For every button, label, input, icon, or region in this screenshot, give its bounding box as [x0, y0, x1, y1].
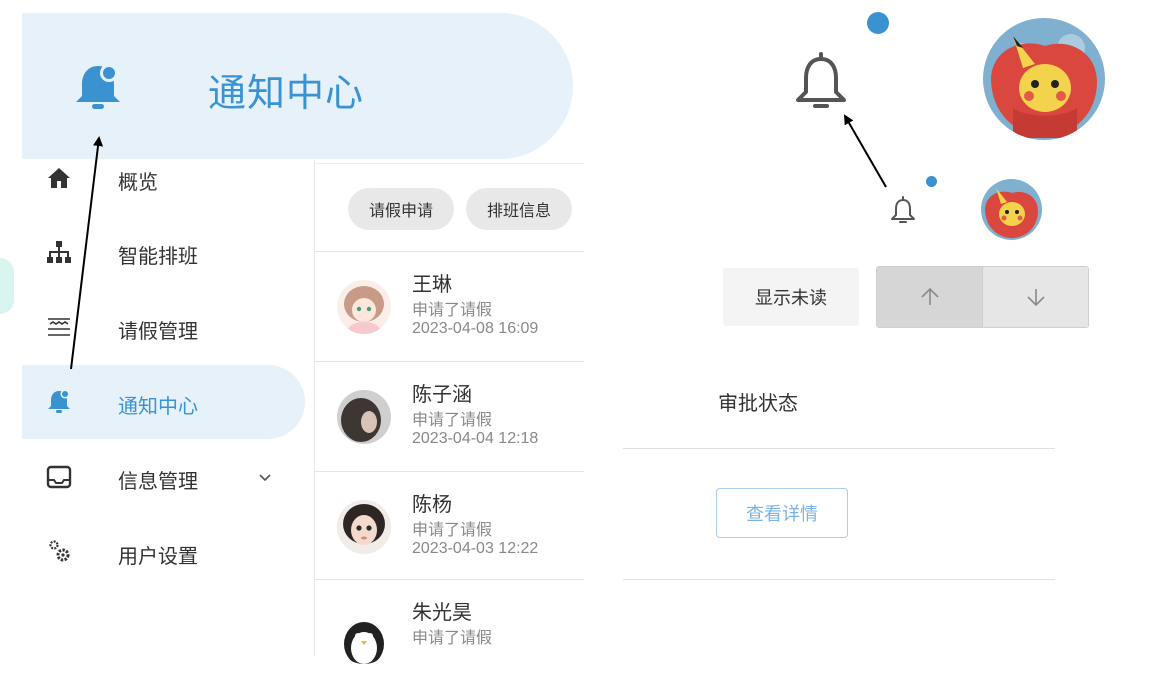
- bell-icon[interactable]: [794, 50, 848, 112]
- filter-chip-schedule-info[interactable]: 排班信息: [466, 188, 572, 230]
- message-action: 申请了请假: [412, 522, 493, 539]
- sidebar-item-notification-center[interactable]: 通知中心: [22, 365, 305, 439]
- sidebar-item-label: 用户设置: [118, 546, 198, 568]
- decorative-blob: [0, 258, 14, 314]
- bell-notification-icon: [48, 389, 70, 413]
- sidebar-item-label: 信息管理: [118, 471, 198, 493]
- message-action: 申请了请假: [412, 630, 493, 647]
- list-icon: [48, 318, 70, 336]
- show-unread-button[interactable]: 显示未读: [723, 268, 859, 326]
- sidebar-item-label: 智能排班: [118, 246, 198, 268]
- bell-notification-icon: [76, 64, 120, 109]
- sidebar-item-label: 概览: [118, 172, 158, 194]
- arrow-down-icon: [1026, 289, 1045, 307]
- timestamp: 2023-04-03 12:22: [412, 540, 539, 557]
- arrow-up-icon: [920, 287, 939, 305]
- sender-name: 陈杨: [412, 494, 452, 516]
- sidebar-item-label: 通知中心: [118, 396, 198, 418]
- list-item[interactable]: 朱光昊 申请了请假: [315, 579, 584, 689]
- divider: [623, 448, 1055, 449]
- bell-icon[interactable]: [890, 195, 916, 225]
- message-action: 申请了请假: [412, 412, 493, 429]
- avatar: [337, 390, 391, 444]
- sidebar-item-overview[interactable]: 概览: [22, 142, 305, 216]
- gears-icon: [49, 540, 70, 562]
- view-details-button[interactable]: 查看详情: [716, 488, 848, 538]
- avatar: [337, 280, 391, 334]
- annotation-arrow: [843, 114, 887, 188]
- filter-chip-leave-request[interactable]: 请假申请: [348, 188, 454, 230]
- sidebar-item-user-settings[interactable]: 用户设置: [22, 515, 305, 589]
- sort-toggle-group: [876, 266, 1089, 328]
- avatar[interactable]: [983, 18, 1105, 140]
- sidebar-item-label: 请假管理: [118, 321, 198, 343]
- sitemap-icon: [47, 241, 71, 263]
- sidebar: 概览 智能排班 请假管理 通知中心 信息管理 用户设置: [22, 160, 314, 656]
- sidebar-item-info-management[interactable]: 信息管理: [22, 440, 305, 514]
- page-title: 通知中心: [208, 73, 365, 115]
- home-icon: [48, 168, 70, 188]
- sort-descending-button[interactable]: [983, 267, 1088, 327]
- sender-name: 陈子涵: [412, 384, 472, 406]
- inbox-icon: [46, 465, 72, 489]
- approval-status-header: 审批状态: [718, 393, 798, 415]
- sender-name: 朱光昊: [412, 602, 472, 624]
- sort-ascending-button[interactable]: [877, 267, 983, 327]
- unread-dot: [926, 176, 937, 187]
- sidebar-item-smart-scheduling[interactable]: 智能排班: [22, 215, 305, 289]
- list-item[interactable]: 王琳 申请了请假 2023-04-08 16:09: [315, 251, 584, 361]
- divider: [315, 163, 584, 164]
- avatar: [337, 500, 391, 554]
- message-action: 申请了请假: [412, 302, 493, 319]
- sender-name: 王琳: [412, 274, 452, 296]
- divider: [623, 579, 1055, 580]
- chevron-down-icon[interactable]: [258, 471, 272, 485]
- list-item[interactable]: 陈杨 申请了请假 2023-04-03 12:22: [315, 471, 584, 581]
- unread-dot: [867, 12, 889, 34]
- timestamp: 2023-04-04 12:18: [412, 430, 539, 447]
- sidebar-item-leave-management[interactable]: 请假管理: [22, 290, 305, 364]
- timestamp: 2023-04-08 16:09: [412, 320, 539, 337]
- avatar[interactable]: [981, 179, 1042, 240]
- list-item[interactable]: 陈子涵 申请了请假 2023-04-04 12:18: [315, 361, 584, 471]
